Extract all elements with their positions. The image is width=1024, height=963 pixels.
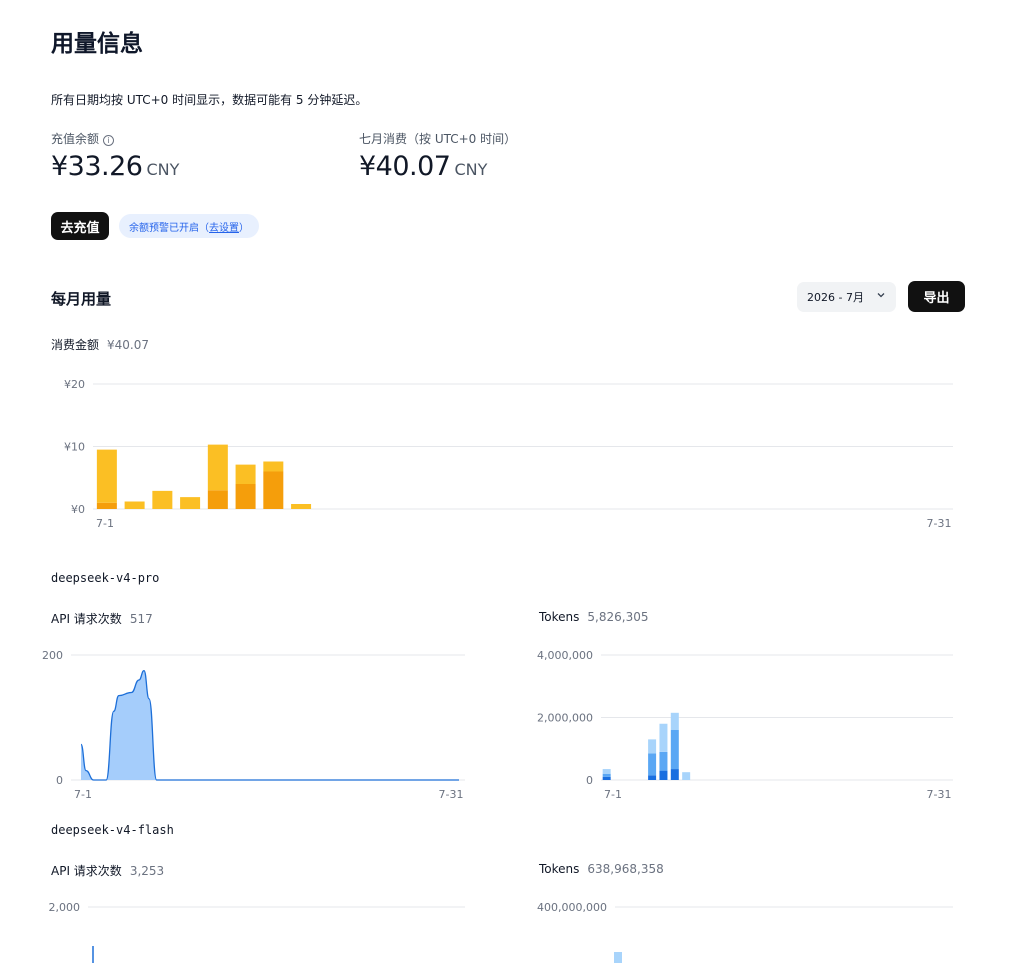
cost-bar xyxy=(263,461,284,472)
pro-req-x-tick-label: 7-31 xyxy=(439,788,464,801)
flash-tokens-label: Tokens xyxy=(539,862,580,876)
cost-bar-chart: ¥20 ¥10 ¥0 7-1 7-31 xyxy=(64,378,953,530)
monthly-usage-title: 每月用量 xyxy=(51,290,112,308)
pro-tok-bar xyxy=(659,723,668,752)
cost-label: 消费金额 xyxy=(51,338,100,352)
cost-bar xyxy=(207,444,228,491)
pro-tok-bar xyxy=(602,773,611,777)
pro-tok-bar xyxy=(682,772,691,780)
month-spend-label: 七月消费（按 UTC+0 时间） xyxy=(359,132,517,146)
pro-tok-bar xyxy=(659,751,668,771)
pro-requests-label: API 请求次数 xyxy=(51,612,122,626)
pro-tok-bar xyxy=(648,739,657,754)
cost-y-tick-label: ¥0 xyxy=(71,503,85,516)
balance-alert-text: 余额预警已开启 xyxy=(129,222,199,234)
cost-bar xyxy=(235,464,256,484)
cost-bar xyxy=(235,484,256,509)
pro-req-y-tick-label: 200 xyxy=(42,649,63,662)
cost-value: ¥40.07 xyxy=(107,338,150,352)
recharge-button[interactable]: 去充值 xyxy=(51,212,109,240)
cost-bar xyxy=(124,501,145,509)
pro-tokens-label-row: Tokens 5,826,305 xyxy=(539,610,648,624)
pro-req-x-tick-label: 7-1 xyxy=(74,788,92,801)
cost-x-tick-label: 7-1 xyxy=(96,517,114,530)
cost-bar xyxy=(207,490,228,509)
alert-paren-close: ） xyxy=(239,222,249,234)
pro-tok-bar xyxy=(659,770,668,780)
export-button[interactable]: 导出 xyxy=(908,281,965,312)
cost-bar xyxy=(96,449,117,503)
balance-value-row: ¥33.26 CNY xyxy=(51,151,179,182)
pro-tok-bar xyxy=(648,775,657,780)
balance-unit: CNY xyxy=(146,160,180,179)
flash-tokens-bar-chart: 400,000,000 xyxy=(537,901,953,963)
flash-req-y-tick-label: 2,000 xyxy=(49,901,81,914)
pro-tok-y-tick-label: 0 xyxy=(586,774,593,787)
balance-block: 充值余额 i ¥33.26 CNY xyxy=(51,130,179,182)
page-title: 用量信息 xyxy=(51,31,143,57)
cost-bar xyxy=(180,497,201,509)
pro-tokens-bar-chart: 4,000,000 2,000,000 0 7-1 7-31 xyxy=(537,649,953,801)
alert-settings-link[interactable]: 去设置 xyxy=(209,219,239,234)
pro-tok-y-tick-label: 4,000,000 xyxy=(537,649,593,662)
flash-requests-area-chart: 2,000 xyxy=(49,901,465,963)
chevron-down-icon xyxy=(876,290,886,303)
month-spend-value: ¥40.07 xyxy=(359,151,451,182)
flash-requests-value: 3,253 xyxy=(129,864,165,878)
balance-label: 充值余额 xyxy=(51,132,100,146)
cost-bar xyxy=(291,504,312,509)
pro-tok-x-tick-label: 7-1 xyxy=(604,788,622,801)
flash-tokens-value: 638,968,358 xyxy=(587,862,664,876)
pro-tok-y-tick-label: 2,000,000 xyxy=(537,712,593,725)
model-name-pro: deepseek-v4-pro xyxy=(51,571,160,585)
month-select[interactable]: 2026 - 7月 xyxy=(797,282,896,312)
flash-requests-label-row: API 请求次数 3,253 xyxy=(51,862,164,879)
cost-y-tick-label: ¥10 xyxy=(64,441,85,454)
pro-tok-bar xyxy=(670,769,679,780)
pro-tok-bar xyxy=(648,753,657,776)
month-select-value: 2026 - 7月 xyxy=(807,291,864,304)
flash-tok-bar xyxy=(614,952,622,963)
pro-requests-area-chart: 200 0 7-1 7-31 xyxy=(42,649,465,801)
page-subtitle: 所有日期均按 UTC+0 时间显示，数据可能有 5 分钟延迟。 xyxy=(51,93,368,107)
balance-alert-badge: 余额预警已开启（去设置） xyxy=(119,214,259,238)
pro-tok-bar xyxy=(670,712,679,730)
pro-req-area xyxy=(81,670,459,780)
month-spend-block: 七月消费（按 UTC+0 时间） ¥40.07 CNY xyxy=(359,130,516,182)
cost-bar xyxy=(96,502,117,509)
pro-requests-value: 517 xyxy=(129,612,153,626)
info-circle-icon[interactable]: i xyxy=(103,135,115,146)
flash-requests-label: API 请求次数 xyxy=(51,864,122,878)
pro-tokens-value: 5,826,305 xyxy=(587,610,649,624)
pro-tok-bar xyxy=(602,769,611,774)
flash-tok-y-tick-label: 400,000,000 xyxy=(537,901,607,914)
cost-y-tick-label: ¥20 xyxy=(64,378,85,391)
pro-req-y-tick-label: 0 xyxy=(56,774,63,787)
pro-tokens-label: Tokens xyxy=(539,610,580,624)
pro-requests-label-row: API 请求次数 517 xyxy=(51,610,153,627)
alert-paren-open: （ xyxy=(199,222,209,234)
month-spend-unit: CNY xyxy=(454,160,488,179)
pro-tok-x-tick-label: 7-31 xyxy=(927,788,952,801)
flash-tokens-label-row: Tokens 638,968,358 xyxy=(539,862,664,876)
cost-bar xyxy=(263,471,284,509)
pro-tok-bar xyxy=(602,776,611,780)
cost-bar xyxy=(152,490,173,509)
month-spend-value-row: ¥40.07 CNY xyxy=(359,151,516,182)
balance-value: ¥33.26 xyxy=(51,151,143,182)
pro-tok-bar xyxy=(670,730,679,770)
model-name-flash: deepseek-v4-flash xyxy=(51,823,174,837)
balance-label-row: 充值余额 i xyxy=(51,130,179,147)
cost-x-tick-label: 7-31 xyxy=(927,517,952,530)
cost-chart-label: 消费金额 ¥40.07 xyxy=(51,336,149,353)
